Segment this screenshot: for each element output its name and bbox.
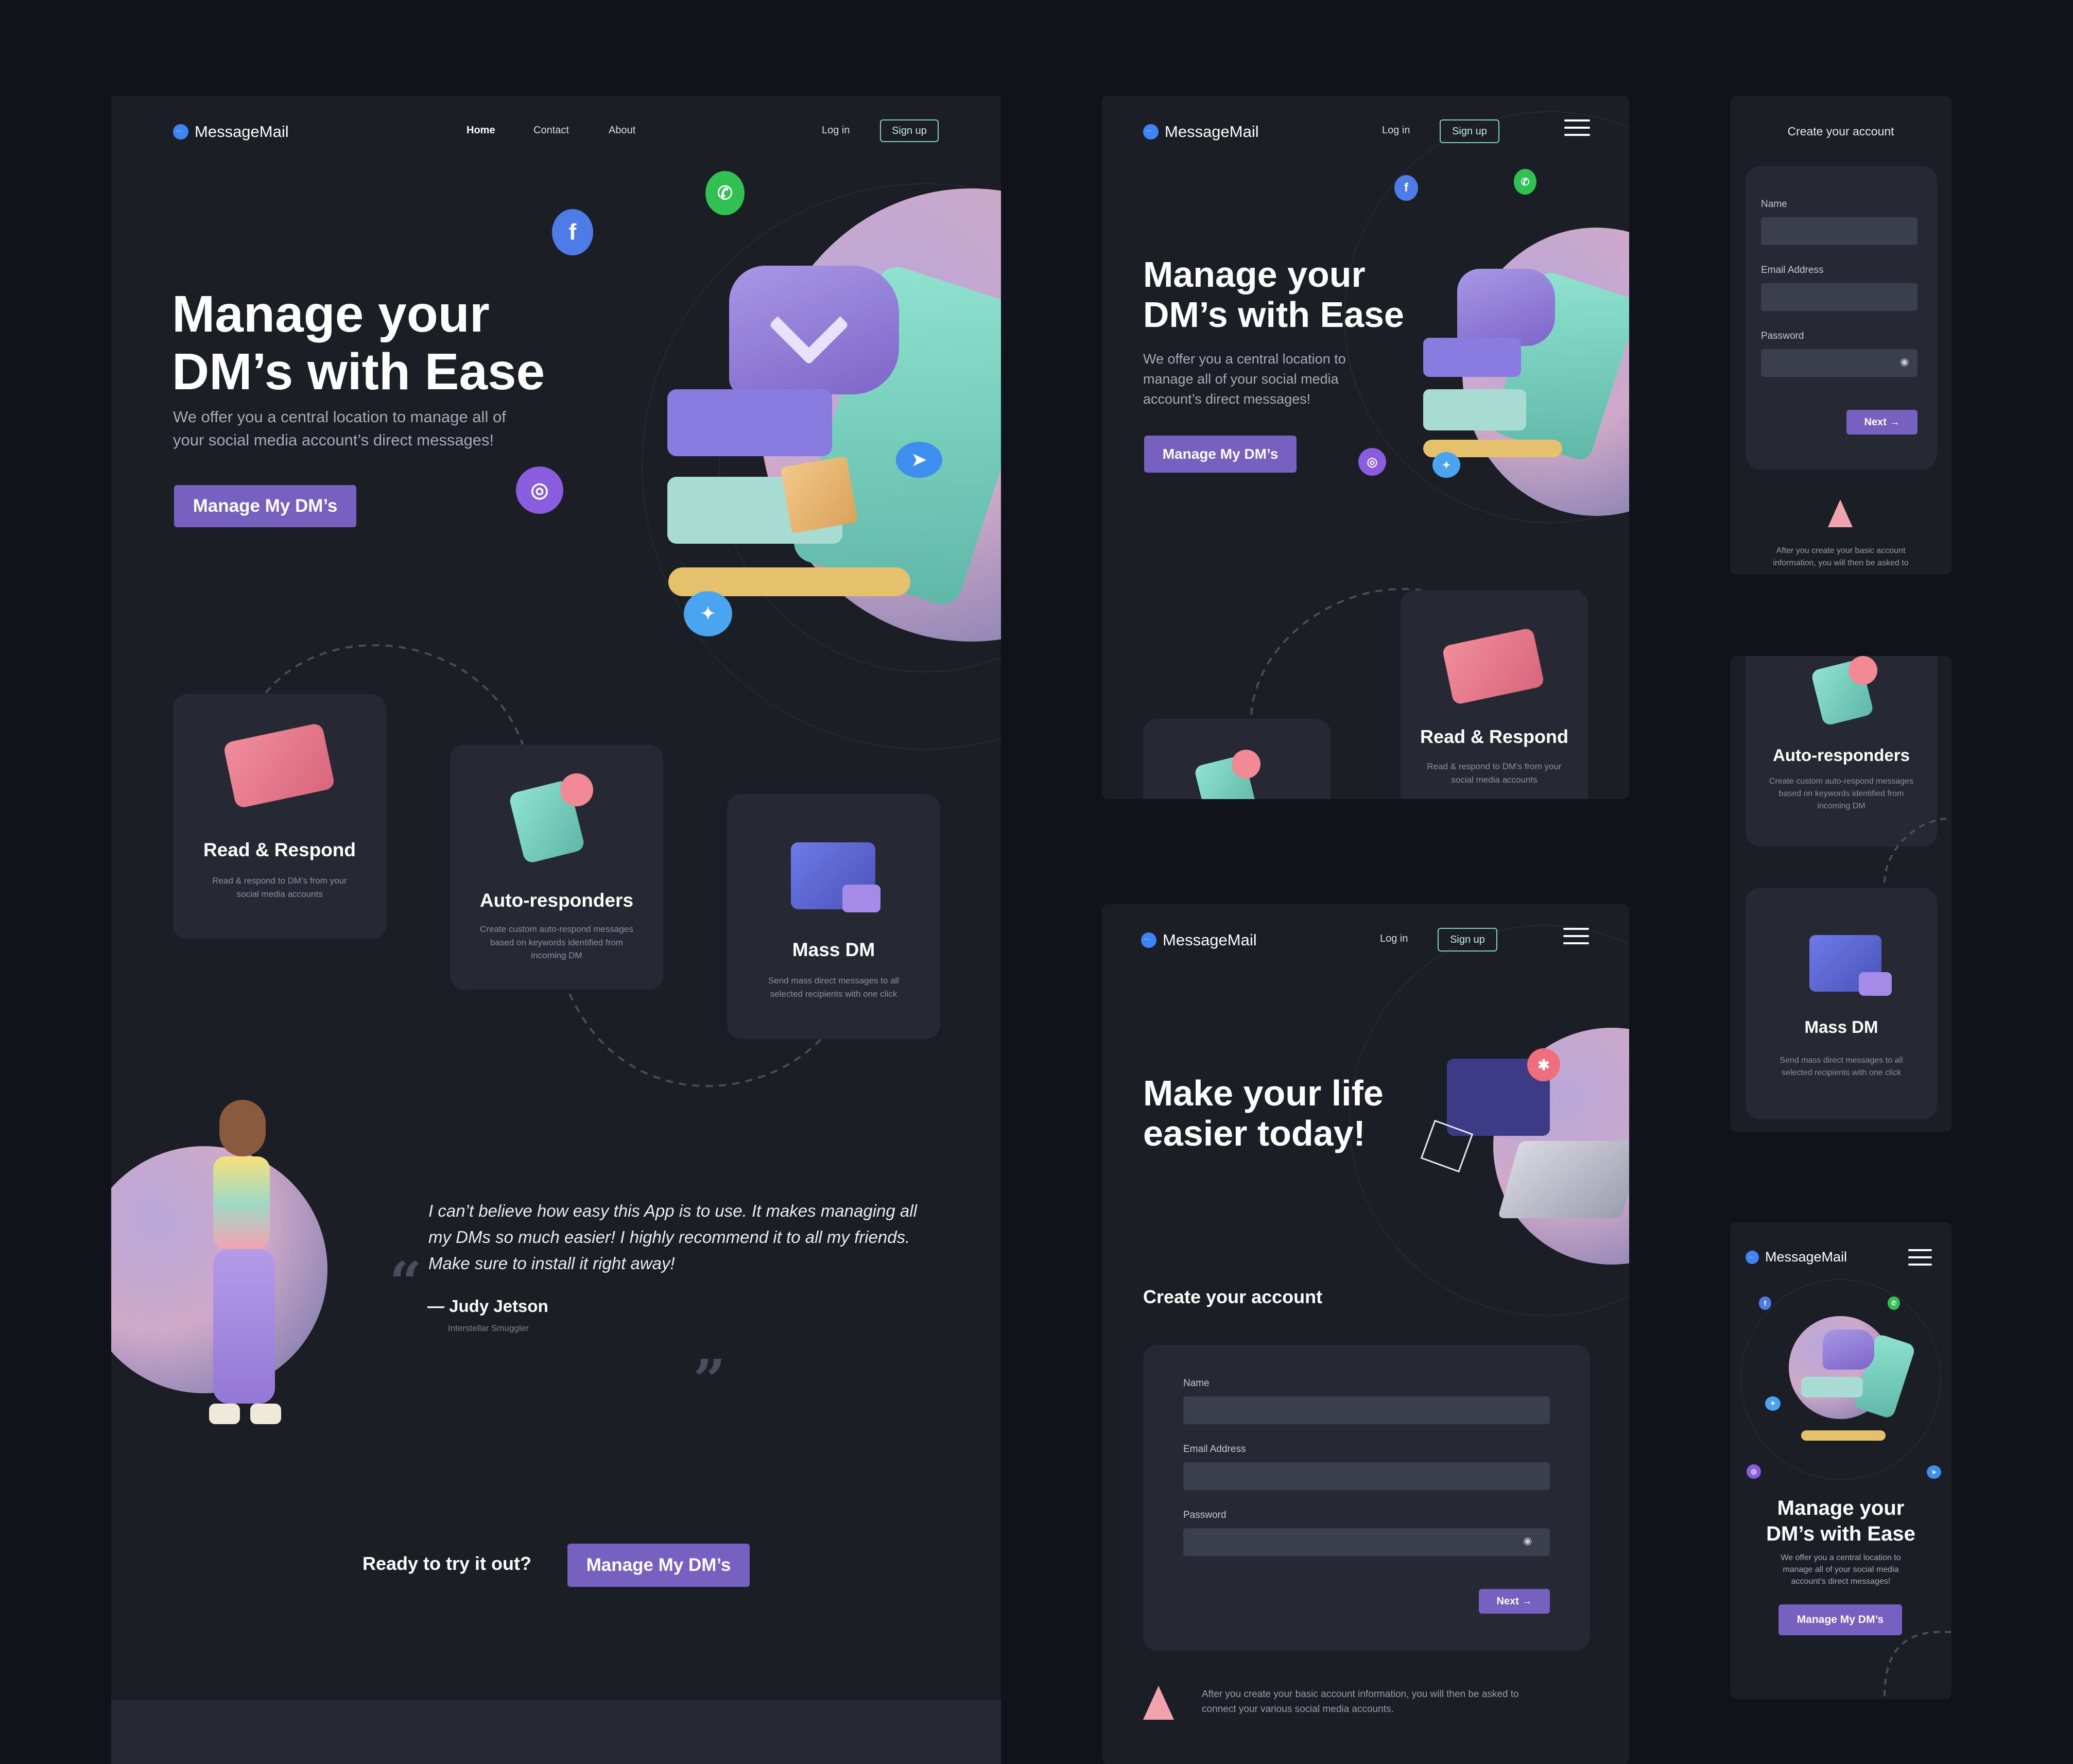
emoji-badge-illustration — [1232, 750, 1260, 779]
feature-desc-line: Send mass direct messages to all — [768, 976, 900, 985]
feature-desc-line: selected recipients with one click — [770, 989, 897, 999]
dashed-connector — [1884, 1631, 1951, 1697]
feature-title: Read & Respond — [1420, 726, 1569, 747]
signup-form: Name Email Address Password ◉ Next → — [1143, 1345, 1590, 1651]
feature-desc-line: Send mass direct messages to all — [1780, 1056, 1903, 1065]
author-name: Judy Jetson — [449, 1296, 548, 1316]
quote-line: Make sure to install it right away! — [428, 1254, 675, 1273]
cta-bottom-button[interactable]: Manage My DM’s — [567, 1544, 750, 1587]
mobile-form-note: After you create your basic account info… — [1730, 545, 1951, 569]
password-field[interactable] — [1761, 349, 1917, 377]
feature-card-auto-responders[interactable] — [1143, 719, 1331, 799]
signup-headline-line: Make your life — [1143, 1073, 1384, 1113]
feature-desc-line: Read & respond to DM’s from your — [212, 876, 347, 886]
signup-note-line: connect your various social media accoun… — [1202, 1704, 1394, 1715]
feature-desc: Send mass direct messages to all selecte… — [1746, 1054, 1937, 1079]
feature-desc: Read & respond to DM’s from your social … — [1401, 760, 1588, 786]
settings-badge-illustration: ✱ — [1527, 1048, 1560, 1081]
feature-card-read-respond[interactable]: Read & Respond Read & respond to DM’s fr… — [1401, 590, 1588, 799]
email-field[interactable] — [1183, 1462, 1550, 1490]
quote-open-icon: “ — [389, 1249, 422, 1316]
feature-desc-line: Create custom auto-respond messages — [480, 924, 633, 934]
cta-text: Ready to try it out? — [362, 1553, 532, 1574]
email-label: Email Address — [1183, 1444, 1246, 1455]
desktop-landing-frame: MessageMail Home Contact About Log in Si… — [111, 96, 1001, 1764]
person-illustration — [188, 1100, 291, 1429]
warning-icon — [1828, 499, 1853, 527]
email-field[interactable] — [1761, 283, 1917, 311]
signup-headline: Make your life easier today! — [1143, 1073, 1384, 1154]
signup-button[interactable]: Sign up — [1438, 928, 1497, 952]
feature-desc-line: Read & respond to DM’s from your — [1427, 762, 1562, 771]
testimonial-author: — Judy Jetson — [427, 1296, 548, 1316]
eye-icon[interactable]: ◉ — [1900, 355, 1909, 368]
quote-line: my DMs so much easier! I highly recommen… — [428, 1227, 910, 1247]
feature-desc-line: based on keywords identified from — [490, 937, 623, 947]
name-label: Name — [1761, 199, 1787, 210]
name-label: Name — [1183, 1378, 1210, 1389]
brand-name: MessageMail — [1163, 931, 1257, 949]
laptop-illustration — [1497, 1141, 1629, 1218]
wallet-illustration — [1441, 627, 1545, 705]
signup-note-line: After you create your basic account info… — [1202, 1689, 1519, 1700]
login-link[interactable]: Log in — [1380, 933, 1408, 945]
next-button[interactable]: Next → — [1479, 1589, 1550, 1614]
chat-bubble-illustration — [1859, 972, 1892, 996]
hamburger-menu-icon[interactable] — [1563, 928, 1589, 949]
emoji-badge-illustration — [560, 773, 593, 806]
mobile-features-frame: Auto-responders Create custom auto-respo… — [1730, 656, 1951, 1132]
mobile-form-note-line: After you create your basic account — [1776, 546, 1906, 555]
next-button[interactable]: Next → — [1846, 410, 1917, 435]
author-dash: — — [427, 1296, 450, 1316]
warning-icon — [1143, 1686, 1174, 1720]
mobile-form-title: Create your account — [1787, 125, 1894, 138]
feature-desc: Read & respond to DM’s from your social … — [173, 874, 386, 901]
signup-headline-line: easier today! — [1143, 1113, 1366, 1154]
feature-card-auto-responders[interactable]: Auto-responders Create custom auto-respo… — [450, 745, 663, 990]
feature-title: Read & Respond — [203, 839, 356, 860]
feature-title: Mass DM — [792, 939, 875, 960]
tablet-signup-frame: MessageMail Log in Sign up Make your lif… — [1102, 904, 1629, 1764]
testimonial-role: Interstellar Smuggler — [448, 1323, 529, 1333]
quote-line: I can’t believe how easy this App is to … — [428, 1201, 917, 1220]
password-label: Password — [1761, 331, 1804, 341]
password-label: Password — [1183, 1510, 1226, 1520]
password-field[interactable] — [1183, 1528, 1550, 1556]
signup-note: After you create your basic account info… — [1202, 1687, 1519, 1717]
brand-logo[interactable]: MessageMail — [1141, 931, 1257, 949]
name-field[interactable] — [1183, 1396, 1550, 1424]
email-label: Email Address — [1761, 265, 1824, 275]
quote-close-icon: ” — [693, 1347, 726, 1413]
form-title: Create your account — [1143, 1286, 1323, 1307]
chat-bubble-icon — [1141, 932, 1156, 948]
tablet-hero-frame: MessageMail Log in Sign up Manage your D… — [1102, 96, 1629, 799]
feature-desc-line: social media accounts — [236, 889, 323, 899]
name-field[interactable] — [1761, 217, 1917, 245]
feature-card-mass-dm[interactable]: Mass DM Send mass direct messages to all… — [727, 794, 940, 1039]
testimonial-quote: I can’t believe how easy this App is to … — [428, 1198, 917, 1276]
feature-desc-line: social media accounts — [1451, 774, 1538, 785]
feature-desc-line: selected recipients with one click — [1781, 1068, 1902, 1077]
feature-desc: Create custom auto-respond messages base… — [450, 923, 663, 962]
feature-card-read-respond[interactable]: Read & Respond Read & respond to DM’s fr… — [173, 694, 386, 939]
mobile-form-frame: Create your account Name Email Address P… — [1730, 96, 1951, 575]
eye-icon[interactable]: ◉ — [1523, 1534, 1532, 1547]
feature-title: Auto-responders — [479, 890, 634, 911]
wallet-illustration — [222, 722, 336, 809]
mobile-form-note-line: information, you will then be asked to — [1773, 559, 1909, 567]
feature-desc: Send mass direct messages to all selecte… — [727, 974, 940, 1000]
mobile-signup-form: Name Email Address Password ◉ Next → — [1746, 166, 1937, 470]
feature-title: Mass DM — [1804, 1017, 1878, 1036]
chat-bubble-illustration — [842, 885, 880, 912]
feature-desc-line: incoming DM — [531, 950, 582, 960]
footer-band — [111, 1700, 1001, 1764]
feature-card-mass-dm[interactable]: Mass DM Send mass direct messages to all… — [1746, 888, 1937, 1119]
mobile-hero-frame: MessageMail f ✆ ✦ ◎ ➤ Manage your DM’s w… — [1730, 1222, 1951, 1699]
